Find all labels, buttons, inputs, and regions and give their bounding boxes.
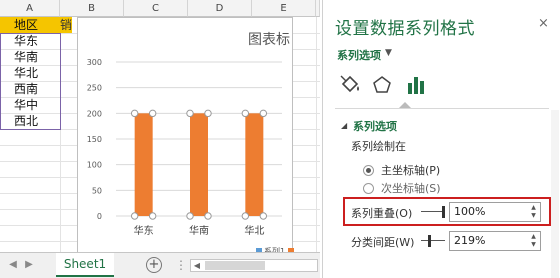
prev-sheet-icon[interactable]: ◀ [6,258,20,272]
cell-region[interactable]: 华南 [0,49,60,65]
sheet-tab-bar: ◀ ▶ Sheet1 + ⋮ ◀ [0,252,320,278]
column-header-partial [316,0,320,17]
series-overlap-value: 100% [454,205,486,218]
pane-scrollbar[interactable] [551,110,559,278]
selection-handle [204,212,212,220]
cell-b1-partial-header[interactable]: 销 [60,17,72,33]
y-tick-label: 250 [87,84,102,93]
y-tick-label: 100 [87,161,102,170]
next-sheet-icon[interactable]: ▶ [22,258,36,272]
primary-axis-radio[interactable] [363,165,374,176]
series-overlap-slider[interactable] [421,206,445,218]
slider-track [421,240,445,241]
plot-series-on-label: 系列绘制在 [351,140,406,153]
chart-object[interactable]: 图表标 0 50 100 150 200 250 300 华东 华南 华北 系列1 [77,17,294,256]
spreadsheet-area: A B C D E 地区 销 华东 华南 华北 西南 华中 西北 图表标 0 50… [0,0,320,278]
secondary-axis-radio[interactable] [363,183,374,194]
slider-thumb[interactable] [442,206,445,218]
pentagon-icon[interactable] [369,72,395,98]
divider [335,108,549,109]
column-header-a[interactable]: A [0,0,60,17]
cell-region[interactable]: 华北 [0,65,60,81]
chevron-down-icon[interactable]: ▼ [385,48,392,58]
selection-handle [204,109,212,118]
gap-width-slider[interactable] [421,235,445,247]
fill-bucket-icon[interactable] [337,72,363,98]
y-tick-label: 200 [87,109,102,118]
column-header-e[interactable]: E [252,0,316,17]
chart-title[interactable]: 图表标 [248,32,290,48]
add-sheet-button[interactable]: + [146,257,162,273]
bar[interactable] [190,113,208,216]
cell-region[interactable]: 西北 [0,113,60,129]
cell-region[interactable]: 西南 [0,81,60,97]
column-header-c[interactable]: C [124,0,188,17]
scroll-thumb[interactable] [205,261,265,270]
selection-handle [241,212,250,220]
close-icon[interactable]: × [538,16,549,31]
secondary-axis-label: 次坐标轴(S) [381,182,441,195]
y-tick-label: 150 [87,135,102,144]
slider-thumb[interactable] [428,235,431,247]
bar-chart-icon[interactable] [403,72,429,98]
spin-arrows-icon[interactable]: ▲ ▼ [529,204,538,220]
horizontal-scrollbar[interactable]: ◀ [190,259,318,272]
selection-handle [148,212,157,220]
more-options-icon[interactable]: ⋮ [174,258,188,272]
selection-handle [186,109,194,118]
cell-region[interactable]: 华东 [0,33,60,49]
x-tick-label: 华南 [189,224,209,237]
selection-handle [130,109,139,118]
x-tick-label: 华北 [244,224,264,237]
selection-handle [130,212,139,220]
bar[interactable] [245,113,264,216]
column-header-d[interactable]: D [188,0,252,17]
series-options-dropdown[interactable]: 系列选项 [337,47,381,63]
format-data-series-pane: 设置数据系列格式 × 系列选项 ▼ ◢ 系列选项 系列绘制在 主坐标轴(P) 次… [322,0,560,278]
column-header-b[interactable]: B [60,0,124,17]
gap-width-input[interactable]: 219% ▲ ▼ [449,231,541,251]
bar[interactable] [134,113,153,216]
spin-arrows-icon[interactable]: ▲ ▼ [529,233,538,249]
gap-width-label: 分类间距(W) [351,236,415,249]
pane-title: 设置数据系列格式 [335,19,475,39]
y-tick-label: 50 [92,186,102,195]
series-overlap-input[interactable]: 100% ▲ ▼ [449,202,541,222]
scroll-left-icon[interactable]: ◀ [191,259,203,272]
series-overlap-label: 系列重叠(O) [351,207,413,220]
y-tick-label: 0 [97,212,102,221]
grid-column-line [60,17,61,252]
selection-handle [148,109,157,118]
section-title[interactable]: 系列选项 [353,118,397,134]
cell-region[interactable]: 华中 [0,97,60,113]
grid-column-line [316,17,317,252]
collapse-icon[interactable]: ◢ [341,121,347,130]
selection-handle [241,109,250,118]
primary-axis-label: 主坐标轴(P) [381,164,441,177]
selection-handle [259,109,268,118]
selection-handle [186,212,194,220]
chart-svg: 图表标 050100150200250300华东 华南 华北系列1 [87,32,294,256]
x-tick-label: 华东 [134,224,154,237]
gap-width-value: 219% [454,234,486,247]
sheet-tab-sheet1[interactable]: Sheet1 [56,253,114,277]
cell-a1-region-header[interactable]: 地区 [0,17,60,33]
selection-handle [259,212,268,220]
y-tick-label: 300 [87,58,102,67]
